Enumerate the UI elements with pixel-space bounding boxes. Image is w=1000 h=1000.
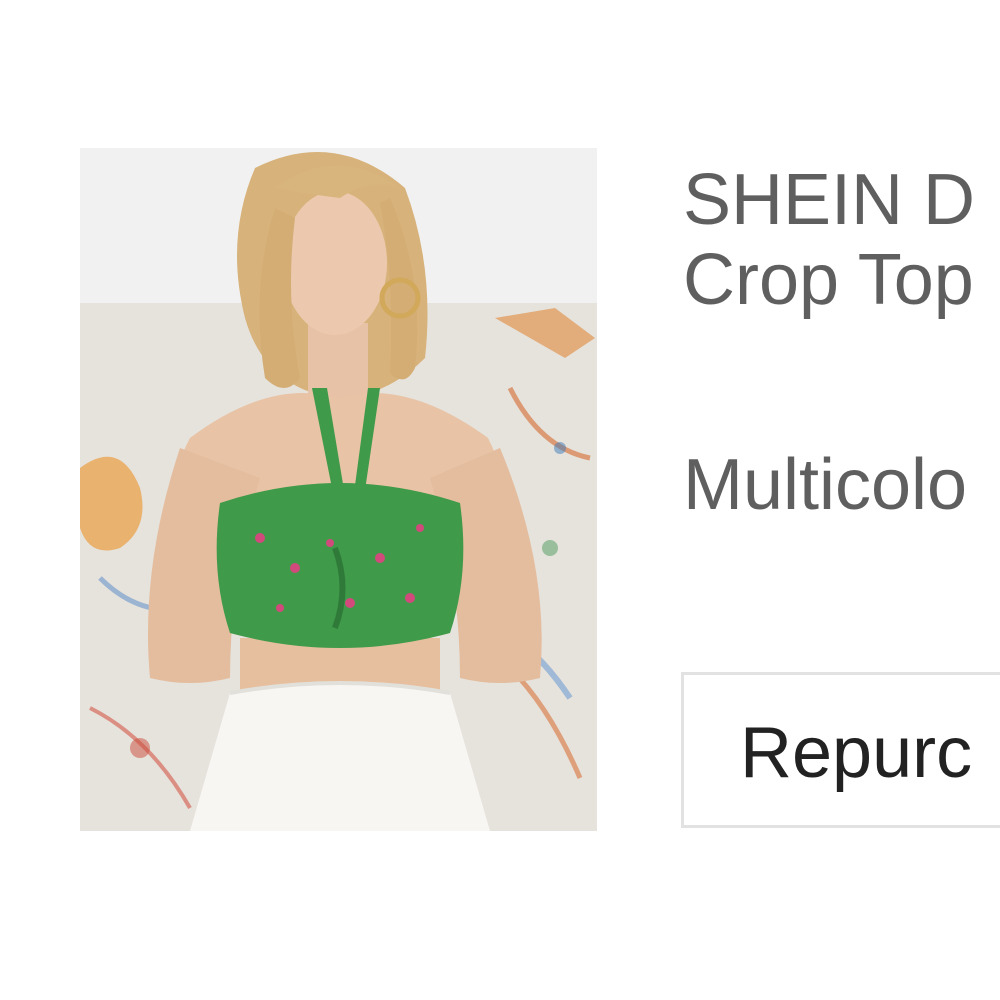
product-color-variant: Multicolo — [683, 445, 968, 525]
product-image[interactable] — [80, 148, 597, 831]
repurchase-button-label: Repurc — [740, 713, 973, 793]
repurchase-button[interactable]: Repurc — [681, 672, 1000, 828]
product-title-line-1: SHEIN D — [683, 160, 976, 240]
product-title[interactable]: SHEIN D Crop Top — [683, 160, 1000, 320]
product-title-line-2: Crop Top — [683, 240, 974, 320]
order-item-card: SHEIN D Crop Top Multicolo Repurc — [0, 0, 1000, 1000]
product-photo — [80, 148, 597, 831]
